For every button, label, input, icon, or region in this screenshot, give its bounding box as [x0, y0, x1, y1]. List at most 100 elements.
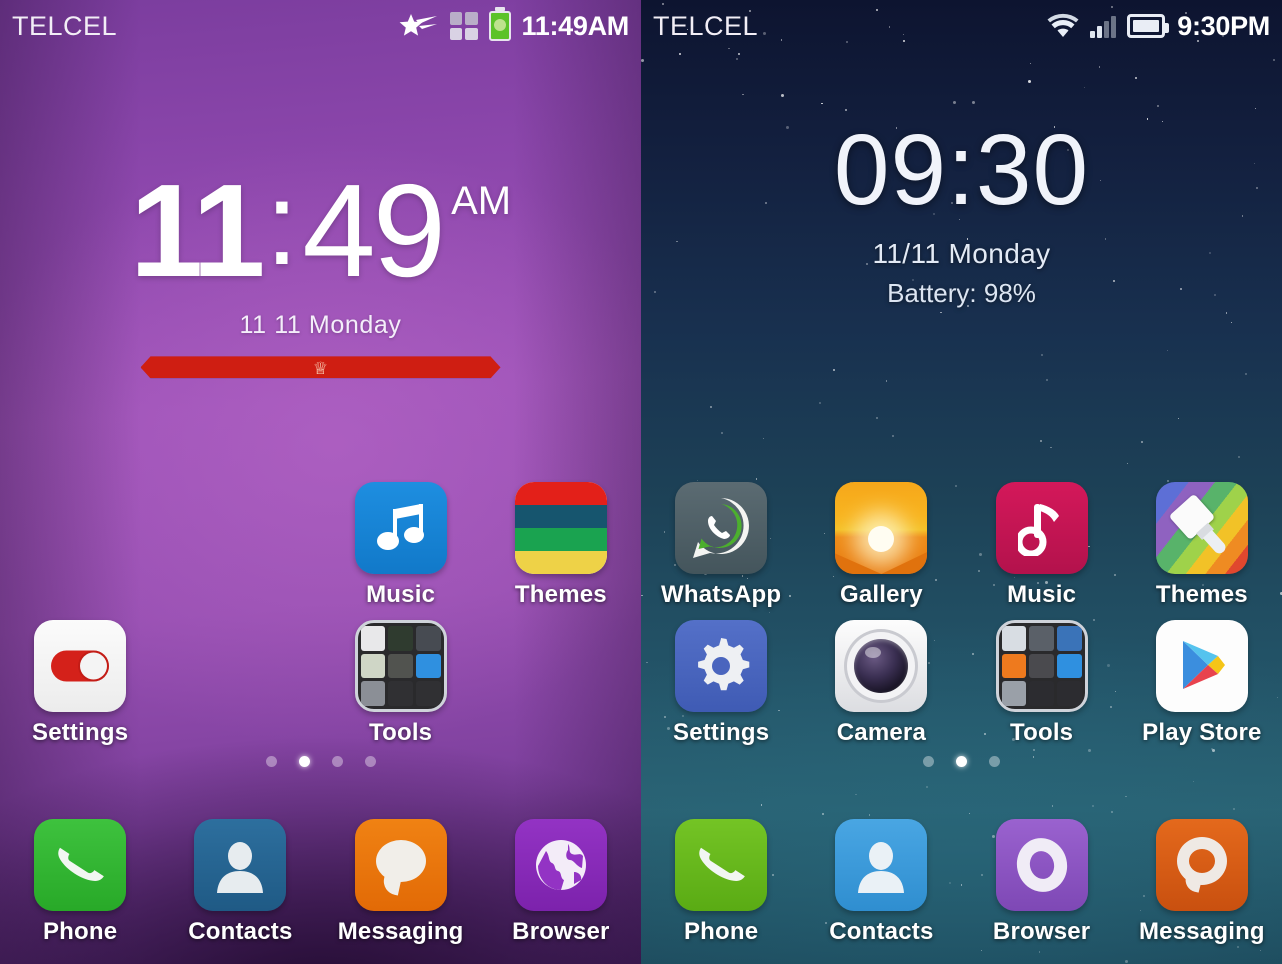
lens-glyph — [854, 639, 909, 693]
left-status-time: 11:49AM — [521, 10, 630, 41]
ring-bubble-glyph — [1176, 837, 1227, 886]
app-icon-gallery[interactable]: Gallery — [801, 482, 961, 609]
browser-o-icon — [995, 819, 1088, 911]
contacts-person-icon — [835, 819, 928, 911]
messaging-ring-icon — [1155, 819, 1248, 911]
gallery-sunrise-icon — [835, 482, 928, 574]
right-carrier-label: TELCEL — [653, 10, 759, 41]
dock-icon-contacts[interactable]: Contacts — [801, 819, 961, 946]
right-clock-time: 09:30 — [833, 114, 1090, 226]
app-label: Music — [1007, 581, 1077, 608]
dock-icon-browser[interactable]: Browser — [481, 819, 641, 946]
left-app-grid-row-1: Music Themes — [0, 482, 641, 609]
left-clock-minutes: 49 — [302, 157, 446, 304]
music-note-blue-icon — [354, 482, 447, 574]
page-dot[interactable] — [265, 756, 277, 767]
left-ribbon-banner[interactable]: ♕ — [140, 356, 501, 379]
app-icon-settings[interactable]: Settings — [0, 620, 160, 747]
right-app-grid-row-2: Settings Camera Tools Play Store — [641, 620, 1282, 747]
page-dot[interactable] — [989, 756, 1000, 767]
app-label: Tools — [369, 719, 433, 746]
left-clock-hours: 11 — [129, 157, 266, 304]
page-dot[interactable] — [364, 756, 376, 767]
signal-bars-icon — [1090, 14, 1117, 38]
dock-icon-phone[interactable]: Phone — [641, 819, 801, 946]
app-label: Browser — [512, 918, 610, 945]
contacts-person-icon — [194, 819, 287, 911]
app-label: Contacts — [188, 918, 293, 945]
left-home-screen: TELCEL 11:49AM 11 : 49 AM 11 11 Monday ♕… — [0, 0, 641, 964]
music-note-red-icon — [995, 482, 1088, 574]
battery-charging-icon — [488, 7, 511, 41]
paintbrush-glyph — [1168, 493, 1235, 563]
left-status-bar: TELCEL 11:49AM — [0, 0, 641, 52]
app-icon-music[interactable]: Music — [321, 482, 481, 609]
app-icon-whatsapp[interactable]: WhatsApp — [641, 482, 801, 609]
right-clock-battery: Battery: 98% — [887, 278, 1036, 308]
app-icon-themes[interactable]: Themes — [1122, 482, 1282, 609]
phone-handset-icon — [34, 819, 127, 911]
left-clock-widget[interactable]: 11 : 49 AM 11 11 Monday ♕ — [0, 157, 641, 379]
app-label: Music — [366, 581, 436, 608]
app-icon-music[interactable]: Music — [962, 482, 1122, 609]
right-dock: Phone Contacts Browser Messaging — [641, 819, 1282, 946]
settings-toggle-icon — [34, 620, 127, 712]
globe-glyph — [535, 840, 586, 890]
app-icon-themes[interactable]: Themes — [481, 482, 641, 609]
handset-glyph — [699, 847, 745, 881]
app-icon-camera[interactable]: Camera — [801, 620, 961, 747]
app-icon-settings[interactable]: Settings — [641, 620, 801, 747]
dock-icon-browser[interactable]: Browser — [962, 819, 1122, 946]
toggle-switch-glyph — [51, 650, 110, 682]
right-status-time: 9:30PM — [1177, 10, 1270, 41]
dual-screenshot-stage: TELCEL 11:49AM 11 : 49 AM 11 11 Monday ♕… — [0, 0, 1282, 964]
app-label: Themes — [1155, 581, 1248, 608]
app-grid-icon — [449, 12, 478, 40]
handset-glyph — [58, 847, 104, 881]
dock-icon-phone[interactable]: Phone — [0, 819, 160, 946]
right-clock-widget[interactable]: 09:30 11/11 Monday Battery: 98% — [641, 120, 1282, 309]
play-store-icon — [1155, 620, 1248, 712]
dock-icon-contacts[interactable]: Contacts — [160, 819, 320, 946]
themes-brush-icon — [1155, 482, 1248, 574]
crown-icon: ♕ — [312, 359, 329, 379]
app-label: Contacts — [829, 918, 934, 945]
page-dot[interactable] — [331, 756, 343, 767]
note-glyph — [376, 504, 424, 550]
app-label: Settings — [672, 719, 770, 746]
app-icon-tools[interactable]: Tools — [962, 620, 1122, 747]
dock-icon-messaging[interactable]: Messaging — [1122, 819, 1282, 946]
sun-glyph — [868, 526, 895, 552]
left-clock-meridiem: AM — [451, 179, 512, 223]
page-dot-active[interactable] — [956, 756, 967, 767]
page-dot-active[interactable] — [298, 756, 310, 767]
themes-stripes-icon — [514, 482, 607, 574]
page-dot[interactable] — [923, 756, 934, 767]
right-status-icons — [1047, 13, 1170, 39]
battery-icon — [1127, 14, 1170, 38]
wifi-icon — [1047, 13, 1079, 37]
app-icon-play-store[interactable]: Play Store — [1122, 620, 1282, 747]
left-clock-date: 11 11 Monday — [239, 311, 402, 340]
settings-gear-icon — [675, 620, 768, 712]
left-dock: Phone Contacts Messaging Browser — [0, 819, 641, 946]
person-glyph — [217, 841, 264, 893]
messaging-bubble-icon — [354, 819, 447, 911]
shooting-star-icon — [399, 14, 437, 36]
left-clock-time: 11 : 49 AM — [129, 157, 512, 304]
whatsapp-icon — [675, 482, 768, 574]
dock-icon-messaging[interactable]: Messaging — [321, 819, 481, 946]
app-label: Messaging — [337, 918, 464, 945]
note-glyph — [1017, 504, 1059, 556]
app-label: Browser — [992, 918, 1091, 945]
app-label: Settings — [31, 719, 129, 746]
left-page-indicator[interactable] — [0, 756, 641, 767]
right-status-bar: TELCEL 9:30PM — [641, 0, 1282, 52]
right-clock-date: 11/11 Monday — [872, 238, 1051, 269]
right-page-indicator[interactable] — [641, 756, 1282, 767]
app-label: Play Store — [1142, 719, 1262, 746]
camera-lens-icon — [835, 620, 928, 712]
app-icon-tools[interactable]: Tools — [321, 620, 481, 747]
app-label: Camera — [836, 719, 926, 746]
tools-folder-icon — [995, 620, 1088, 712]
